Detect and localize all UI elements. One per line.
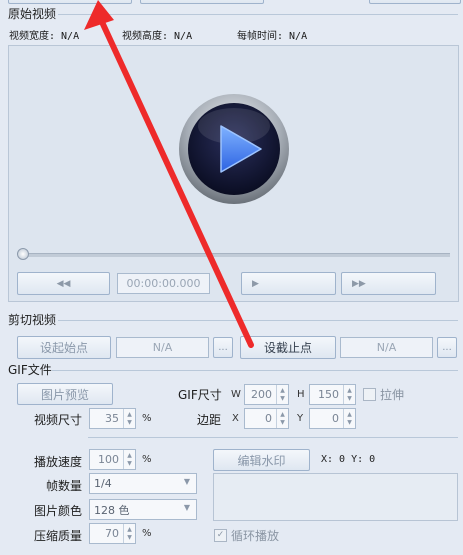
red-arrow-annotation xyxy=(84,0,254,348)
